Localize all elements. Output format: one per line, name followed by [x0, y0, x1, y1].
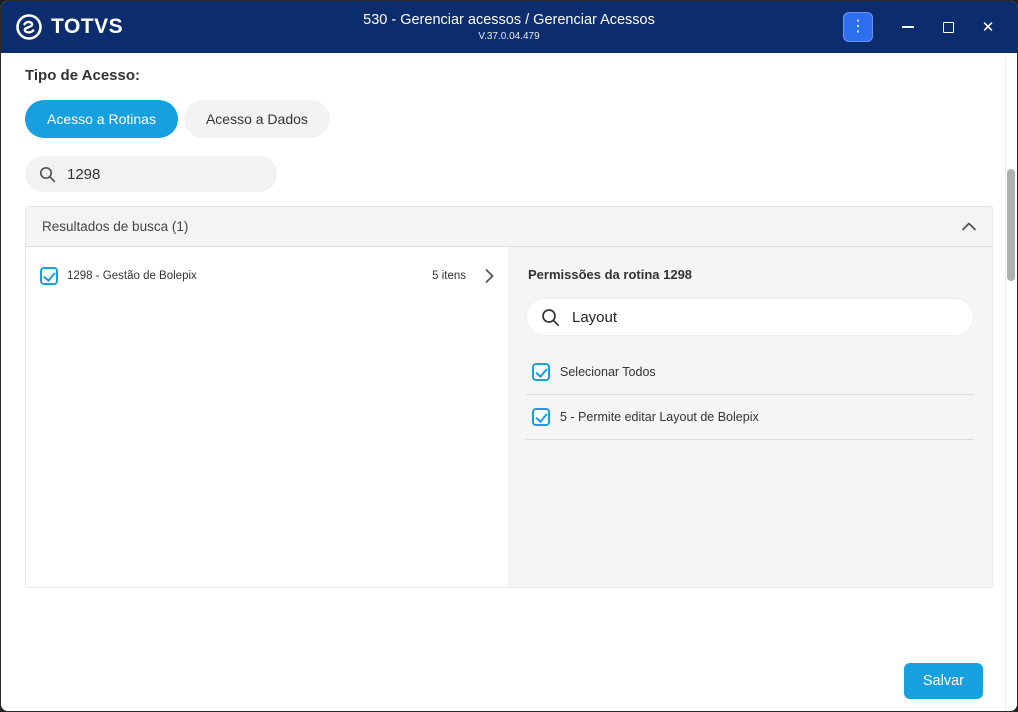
select-all-checkbox[interactable] — [532, 363, 550, 381]
main-content: Tipo de Acesso: Acesso a Rotinas Acesso … — [1, 53, 1017, 711]
save-button[interactable]: Salvar — [903, 663, 983, 699]
app-window: TOTVS 530 - Gerenciar acessos / Gerencia… — [0, 0, 1018, 712]
tab-acesso-a-dados[interactable]: Acesso a Dados — [183, 100, 330, 138]
routine-row[interactable]: 1298 - Gestão de Bolepix 5 itens — [26, 259, 508, 293]
routine-search-box[interactable] — [25, 156, 277, 192]
close-icon: ✕ — [981, 18, 995, 36]
permissions-panel: Permissões da rotina 1298 Selecionar Tod… — [508, 247, 992, 587]
routine-checkbox[interactable] — [40, 267, 58, 285]
routine-list: 1298 - Gestão de Bolepix 5 itens — [26, 247, 508, 587]
app-version: V.37.0.04.479 — [478, 31, 540, 42]
brand-name: TOTVS — [51, 15, 124, 38]
results-panel-body: 1298 - Gestão de Bolepix 5 itens Permiss… — [26, 247, 992, 587]
search-icon — [39, 166, 56, 182]
routine-items-count: 5 itens — [432, 270, 466, 282]
titlebar-controls: ⋮ ✕ — [843, 12, 1003, 42]
window-title: 530 - Gerenciar acessos / Gerenciar Aces… — [363, 12, 655, 28]
permissions-title: Permissões da rotina 1298 — [528, 267, 693, 282]
titlebar: TOTVS 530 - Gerenciar acessos / Gerencia… — [1, 1, 1017, 53]
permission-label: 5 - Permite editar Layout de Bolepix — [560, 410, 759, 424]
maximize-button[interactable] — [933, 12, 963, 42]
results-header-title: Resultados de busca (1) — [42, 219, 189, 234]
results-panel: Resultados de busca (1) 1298 - Gestão de… — [25, 206, 993, 588]
permissions-search-box[interactable] — [526, 298, 974, 336]
chevron-up-icon[interactable] — [962, 222, 976, 231]
totvs-logo-icon — [16, 14, 42, 40]
access-type-label: Tipo de Acesso: — [25, 67, 141, 84]
permissions-search-input[interactable] — [570, 307, 959, 327]
close-button[interactable]: ✕ — [973, 12, 1003, 42]
results-panel-header[interactable]: Resultados de busca (1) — [26, 207, 992, 247]
scrollbar-track[interactable] — [1005, 54, 1016, 710]
routine-search-input[interactable] — [65, 164, 263, 184]
tab-acesso-a-rotinas[interactable]: Acesso a Rotinas — [25, 100, 178, 138]
select-all-row[interactable]: Selecionar Todos — [526, 350, 974, 395]
search-icon — [542, 308, 560, 326]
permission-checkbox[interactable] — [532, 408, 550, 426]
kebab-menu-icon[interactable]: ⋮ — [843, 12, 873, 42]
scrollbar-thumb[interactable] — [1007, 169, 1015, 281]
permission-row[interactable]: 5 - Permite editar Layout de Bolepix — [526, 395, 974, 440]
chevron-right-icon[interactable] — [485, 269, 494, 283]
brand: TOTVS — [15, 13, 123, 41]
minimize-button[interactable] — [893, 12, 923, 42]
maximize-icon — [942, 21, 954, 33]
minimize-icon — [902, 26, 914, 28]
routine-label: 1298 - Gestão de Bolepix — [67, 270, 197, 282]
access-type-tabs: Acesso a Rotinas Acesso a Dados — [25, 100, 993, 138]
select-all-label: Selecionar Todos — [560, 365, 656, 379]
